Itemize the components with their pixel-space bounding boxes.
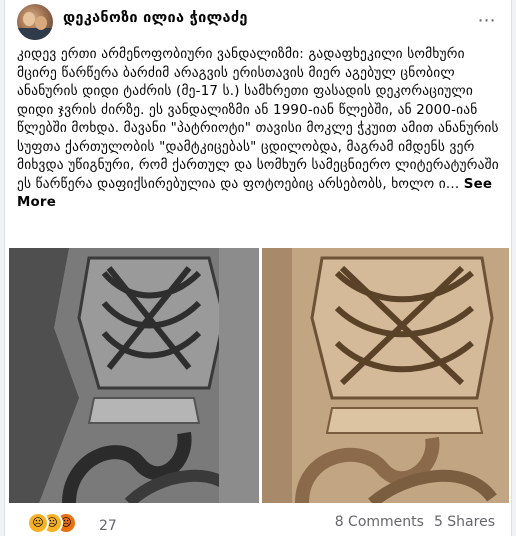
comments-count-link[interactable]: 8 Comments (335, 514, 424, 530)
author-name[interactable]: დეკანოზი ილია ჭილაძე (63, 10, 248, 26)
post-stats: 8 Comments 5 Shares (335, 514, 495, 530)
photo-right[interactable] (262, 248, 509, 503)
more-options-icon[interactable]: ⋯ (473, 8, 501, 36)
photo-grid (9, 248, 509, 503)
post-text: კიდევ ერთი არმენოფობიური ვანდალიზმი: გად… (17, 47, 499, 192)
post-body: კიდევ ერთი არმენოფობიური ვანდალიზმი: გად… (17, 46, 501, 213)
post-card: დეკანოზი ილია ჭილაძე ⋯ კიდევ ერთი არმენო… (4, 0, 512, 536)
current-color-photo (262, 248, 509, 503)
post-footer: ☹ ☹ ☹ 27 8 Comments 5 Shares (17, 508, 501, 534)
post-header: დეკანოზი ილია ჭილაძე ⋯ (17, 4, 501, 40)
photo-left[interactable] (9, 248, 259, 503)
avatar[interactable] (17, 4, 53, 40)
reaction-count[interactable]: 27 (99, 518, 117, 534)
archival-bw-photo (9, 248, 259, 503)
shares-count-link[interactable]: 5 Shares (434, 514, 495, 530)
sad-reaction-icon: ☹ (27, 512, 49, 534)
